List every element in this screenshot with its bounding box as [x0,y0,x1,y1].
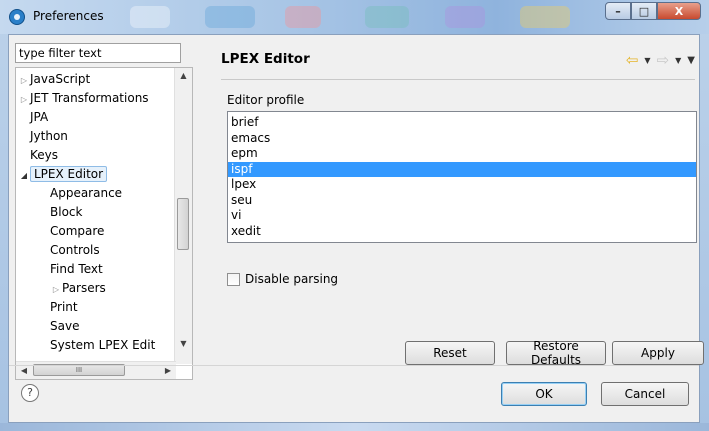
tree-items: ▷ JavaScript ▷ JET Transformations JPA Jython… [16,68,176,364]
view-menu-icon[interactable]: ▼ [687,55,695,66]
profile-list-item[interactable]: brief [228,115,696,131]
back-dropdown-icon[interactable]: ▼ [644,56,650,65]
profile-list-item[interactable]: xedit [228,224,696,240]
titlebar-decoration [205,6,255,28]
titlebar-decoration [285,6,321,28]
titlebar-decoration [365,6,409,28]
tree-item-label: Find Text [50,262,103,276]
editor-profile-label: Editor profile [227,93,305,107]
profile-list-item[interactable]: emacs [228,131,696,147]
filter-input[interactable] [15,43,181,63]
titlebar-decoration [445,6,485,28]
tree-item-label: Block [50,205,83,219]
forward-arrow-icon[interactable]: ⇨ [657,51,670,69]
tree-item-label: Appearance [50,186,123,200]
tree-item-label: Jython [30,129,68,143]
preference-tree[interactable]: ▷ JavaScript ▷ JET Transformations JPA Jython… [15,67,193,380]
tree-item[interactable]: Print [50,298,78,317]
restore-defaults-button[interactable]: Restore Defaults [506,339,606,367]
tree-item[interactable]: ▷ Parsers [50,279,106,298]
tree-item[interactable]: Find Text [50,260,103,279]
ok-button[interactable]: OK [501,382,587,406]
page-title: LPEX Editor [221,51,310,67]
forward-dropdown-icon[interactable]: ▼ [675,56,681,65]
tree-item-label: JPA [30,110,49,124]
tree-item-label: Keys [30,148,59,162]
disable-parsing-checkbox[interactable] [227,272,240,286]
tree-item-label: Compare [50,224,105,238]
tree-item[interactable]: Compare [50,222,104,241]
tree-item[interactable]: Controls [50,241,100,260]
profile-list-item[interactable]: seu [228,193,696,209]
left-pane: ▷JavaScript▷JET TransformationsJPAJython… [15,43,193,380]
dialog-separator [9,365,699,366]
tree-item[interactable]: System LPEX Edit [50,336,155,355]
profile-list-item[interactable]: epm [228,146,696,162]
title-separator [221,79,695,80]
tree-item[interactable]: Jython [18,127,68,146]
page-navigation: ⇦ ▼ ⇨ ▼ ▼ [626,51,695,69]
scroll-up-arrow-icon[interactable]: ▲ [175,68,192,84]
cancel-button[interactable]: Cancel [601,382,689,406]
scroll-thumb[interactable] [177,198,189,250]
close-button[interactable]: X [657,2,701,20]
tree-vertical-scrollbar[interactable]: ▲ ▼ [174,68,192,364]
dialog-client-area: ▷JavaScript▷JET TransformationsJPAJython… [8,34,704,423]
tree-item-label: Parsers [62,281,106,295]
eclipse-app-icon [9,9,25,25]
taskbar-edge [0,423,709,431]
editor-profile-list[interactable]: brief emacs epm ispf lpex seu vi xedit [227,111,697,243]
expand-twisty-icon[interactable]: ▷ [50,280,62,299]
preference-page: LPEX Editor ⇦ ▼ ⇨ ▼ ▼ Editor profile bri… [221,43,704,380]
tree-item-label: JET Transformations [30,91,149,105]
tree-item-label: Save [50,319,80,333]
titlebar-decoration [520,6,570,28]
profile-list-item[interactable]: ispf [228,161,696,177]
back-arrow-icon[interactable]: ⇦ [626,51,639,69]
tree-item[interactable]: JPA [18,108,48,127]
title-bar[interactable]: Preferences – □ X [0,0,709,34]
tree-horizontal-scrollbar[interactable]: ◀ III ▶ [16,361,176,379]
tree-item-label: Controls [50,243,100,257]
profile-list-item[interactable]: lpex [228,177,696,193]
scroll-down-arrow-icon[interactable]: ▼ [175,336,192,352]
collapse-twisty-icon[interactable]: ◢ [18,166,30,185]
window-controls: – □ X [605,2,701,22]
expand-twisty-icon[interactable]: ▷ [18,90,30,109]
profile-list-item[interactable]: vi [228,208,696,224]
disable-parsing-row[interactable]: Disable parsing [227,272,338,286]
maximize-button[interactable]: □ [631,2,657,20]
tree-item[interactable]: Block [50,203,82,222]
window-title: Preferences [33,9,104,23]
tree-item-label: Print [50,300,78,314]
tree-item[interactable]: ▷ JET Transformations [18,89,149,108]
titlebar-decoration [130,6,170,28]
reset-button[interactable]: Reset [405,341,495,365]
minimize-button[interactable]: – [605,2,631,20]
disable-parsing-label: Disable parsing [245,272,339,286]
tree-item[interactable]: Appearance [50,184,122,203]
tree-item-label: JavaScript [30,72,91,86]
tree-item-label: System LPEX Edit [50,338,156,352]
tree-item[interactable]: ▷ JavaScript [18,70,90,89]
apply-button[interactable]: Apply [612,341,704,365]
preferences-window: Preferences – □ X ▷JavaScript▷JET Transf… [0,0,709,431]
tree-item-label: LPEX Editor [30,166,108,182]
tree-item[interactable]: ◢ LPEX Editor [18,165,108,185]
tree-item[interactable]: Keys [18,146,58,165]
tree-item[interactable]: Save [50,317,79,336]
help-icon[interactable]: ? [21,384,39,402]
expand-twisty-icon[interactable]: ▷ [18,71,30,90]
